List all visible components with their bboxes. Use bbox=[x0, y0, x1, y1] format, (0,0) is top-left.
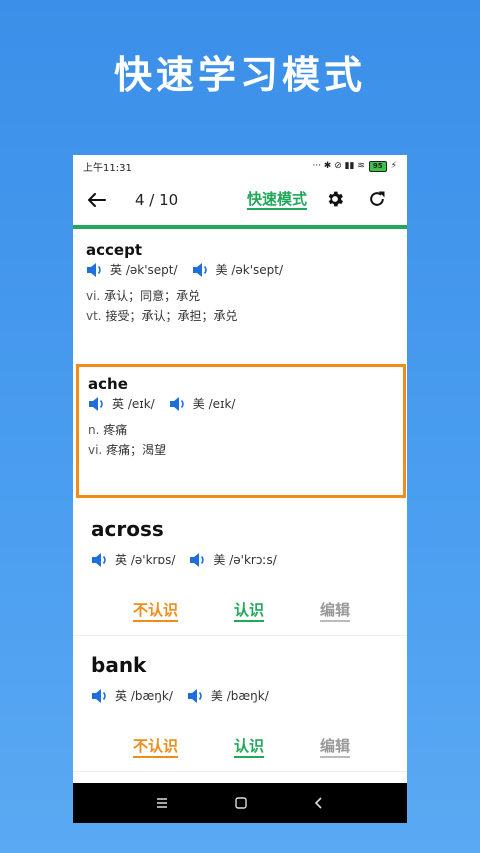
word-text: across bbox=[91, 517, 164, 541]
uk-phonetic: /ək'sept/ bbox=[125, 262, 178, 277]
word-card[interactable]: accept 英 /ək'sept/ 美 /ək'sept/ vi. 承认；同意… bbox=[86, 241, 396, 326]
speaker-icon[interactable] bbox=[86, 262, 104, 278]
battery-icon: 95 bbox=[368, 160, 387, 172]
uk-label: 英 bbox=[115, 553, 128, 567]
definition-line: vi. 疼痛；渴望 bbox=[88, 440, 403, 460]
status-icons: ··· ✱ ⊘ ▮▮ ≋ 95 ⚡ bbox=[312, 160, 397, 172]
status-indicators: ··· ✱ ⊘ ▮▮ ≋ bbox=[312, 161, 365, 171]
refresh-icon[interactable] bbox=[367, 189, 387, 213]
unknown-button[interactable]: 不认识 bbox=[133, 737, 179, 758]
edit-button[interactable]: 编辑 bbox=[320, 737, 351, 758]
known-button[interactable]: 认识 bbox=[234, 601, 265, 622]
uk-pronunciation[interactable]: 英 /ə'krɒs/ bbox=[91, 551, 175, 568]
part-of-speech: vi. bbox=[86, 289, 101, 303]
gear-icon[interactable] bbox=[325, 189, 345, 213]
progress-counter: 4 / 10 bbox=[135, 191, 179, 209]
word-card[interactable]: across 英 /ə'krɒs/ 美 /ə'krɔːs/ 不认识 认识 编辑 bbox=[73, 511, 407, 636]
speaker-icon[interactable] bbox=[187, 688, 205, 704]
definition-line: n. 疼痛 bbox=[88, 420, 403, 440]
unknown-button[interactable]: 不认识 bbox=[133, 601, 179, 622]
back-arrow-icon[interactable] bbox=[81, 184, 113, 216]
speaker-icon[interactable] bbox=[91, 552, 109, 568]
speaker-icon[interactable] bbox=[91, 688, 109, 704]
us-phonetic: /ək'sept/ bbox=[231, 262, 284, 277]
uk-phonetic: /bæŋk/ bbox=[130, 688, 173, 703]
quick-mode-toggle[interactable]: 快速模式 bbox=[247, 190, 308, 210]
word-text: ache bbox=[88, 375, 128, 393]
card-actions: 不认识 认识 编辑 bbox=[73, 601, 407, 625]
uk-phonetic: /ə'krɒs/ bbox=[130, 552, 176, 567]
phonetic-row: 英 /eɪk/ 美 /eɪk/ bbox=[88, 395, 403, 412]
uk-label: 英 bbox=[112, 397, 125, 411]
phone-screen: 上午11:31 ··· ✱ ⊘ ▮▮ ≋ 95 ⚡ 4 / 10 快速模式 ac… bbox=[73, 155, 407, 823]
definition-text: 承认；同意；承兑 bbox=[104, 289, 201, 303]
speaker-icon[interactable] bbox=[192, 262, 210, 278]
word-card-highlighted[interactable]: ache 英 /eɪk/ 美 /eɪk/ n. 疼痛 vi. 疼痛；渴望 bbox=[76, 364, 406, 498]
uk-pronunciation[interactable]: 英 /ək'sept/ bbox=[86, 261, 178, 278]
hero-title: 快速学习模式 bbox=[113, 53, 366, 97]
us-pronunciation[interactable]: 美 /ə'krɔːs/ bbox=[189, 551, 277, 568]
us-label: 美 bbox=[213, 553, 226, 567]
uk-pronunciation[interactable]: 英 /bæŋk/ bbox=[91, 687, 173, 704]
definition-line: vi. 承认；同意；承兑 bbox=[86, 286, 396, 306]
definition-line: vt. 接受；承认；承担；承兑 bbox=[86, 306, 396, 326]
phonetic-row: 英 /ə'krɒs/ 美 /ə'krɔːs/ bbox=[91, 551, 291, 568]
edit-button[interactable]: 编辑 bbox=[320, 601, 351, 622]
us-pronunciation[interactable]: 美 /eɪk/ bbox=[169, 395, 236, 412]
definition-text: 疼痛；渴望 bbox=[106, 443, 167, 457]
definition-text: 接受；承认；承担；承兑 bbox=[105, 309, 238, 323]
uk-label: 英 bbox=[115, 689, 128, 703]
us-pronunciation[interactable]: 美 /bæŋk/ bbox=[187, 687, 269, 704]
toolbar: 4 / 10 快速模式 bbox=[73, 177, 407, 223]
us-phonetic: /ə'krɔːs/ bbox=[229, 552, 277, 567]
phonetic-row: 英 /ək'sept/ 美 /ək'sept/ bbox=[86, 261, 396, 278]
us-pronunciation[interactable]: 美 /ək'sept/ bbox=[192, 261, 284, 278]
word-text: bank bbox=[91, 653, 147, 677]
uk-label: 英 bbox=[110, 263, 123, 277]
word-text: accept bbox=[86, 241, 142, 259]
status-time: 上午11:31 bbox=[83, 162, 132, 174]
uk-phonetic: /eɪk/ bbox=[127, 396, 155, 411]
definitions: n. 疼痛 vi. 疼痛；渴望 bbox=[88, 420, 403, 460]
us-label: 美 bbox=[192, 397, 205, 411]
us-label: 美 bbox=[210, 689, 223, 703]
speaker-icon[interactable] bbox=[189, 552, 207, 568]
part-of-speech: n. bbox=[88, 423, 100, 437]
charging-icon: ⚡ bbox=[390, 161, 397, 171]
system-nav-bar bbox=[73, 783, 407, 823]
word-card[interactable]: bank 英 /bæŋk/ 美 /bæŋk/ 不认识 认识 编辑 bbox=[73, 647, 407, 772]
known-button[interactable]: 认识 bbox=[234, 737, 265, 758]
us-phonetic: /bæŋk/ bbox=[226, 688, 269, 703]
card-actions: 不认识 认识 编辑 bbox=[73, 737, 407, 761]
definition-text: 疼痛 bbox=[103, 423, 128, 437]
status-bar: 上午11:31 ··· ✱ ⊘ ▮▮ ≋ 95 ⚡ bbox=[73, 155, 407, 177]
phonetic-row: 英 /bæŋk/ 美 /bæŋk/ bbox=[91, 687, 283, 704]
part-of-speech: vt. bbox=[86, 309, 102, 323]
definitions: vi. 承认；同意；承兑 vt. 接受；承认；承担；承兑 bbox=[86, 286, 396, 326]
speaker-icon[interactable] bbox=[169, 396, 187, 412]
menu-icon[interactable] bbox=[156, 798, 168, 808]
speaker-icon[interactable] bbox=[88, 396, 106, 412]
us-phonetic: /eɪk/ bbox=[208, 396, 236, 411]
back-chevron-icon[interactable] bbox=[314, 797, 324, 809]
home-square-icon[interactable] bbox=[235, 797, 247, 809]
us-label: 美 bbox=[215, 263, 228, 277]
part-of-speech: vi. bbox=[88, 443, 103, 457]
uk-pronunciation[interactable]: 英 /eɪk/ bbox=[88, 395, 155, 412]
toolbar-divider bbox=[73, 225, 407, 229]
